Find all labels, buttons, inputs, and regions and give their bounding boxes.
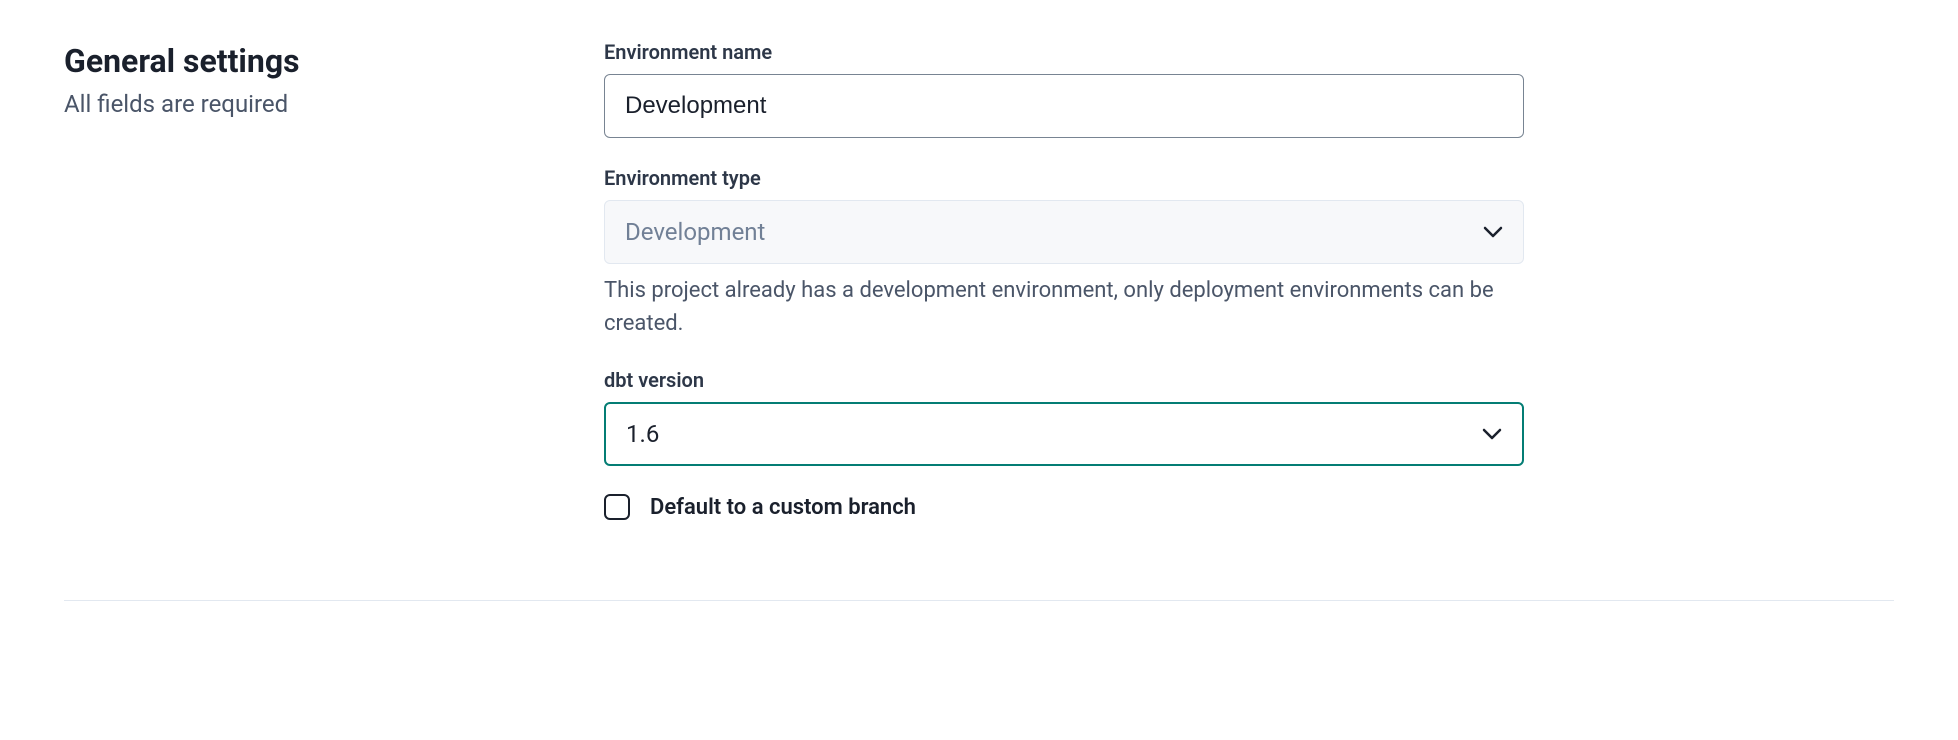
- environment-type-label: Environment type: [604, 166, 1524, 190]
- dbt-version-select[interactable]: 1.6: [604, 402, 1524, 466]
- chevron-down-icon: [1483, 226, 1503, 238]
- environment-type-select[interactable]: Development: [604, 200, 1524, 264]
- chevron-down-icon: [1482, 428, 1502, 440]
- dbt-version-label: dbt version: [604, 368, 1524, 392]
- environment-name-input[interactable]: [604, 74, 1524, 138]
- section-title: General settings: [64, 42, 564, 80]
- environment-name-label: Environment name: [604, 40, 1524, 64]
- section-divider: [64, 600, 1894, 601]
- custom-branch-label: Default to a custom branch: [650, 495, 916, 520]
- environment-type-value: Development: [625, 218, 765, 246]
- dbt-version-value: 1.6: [626, 420, 659, 448]
- section-subtitle: All fields are required: [64, 90, 564, 118]
- custom-branch-checkbox-row[interactable]: Default to a custom branch: [604, 494, 1524, 520]
- environment-type-help: This project already has a development e…: [604, 274, 1524, 340]
- custom-branch-checkbox[interactable]: [604, 494, 630, 520]
